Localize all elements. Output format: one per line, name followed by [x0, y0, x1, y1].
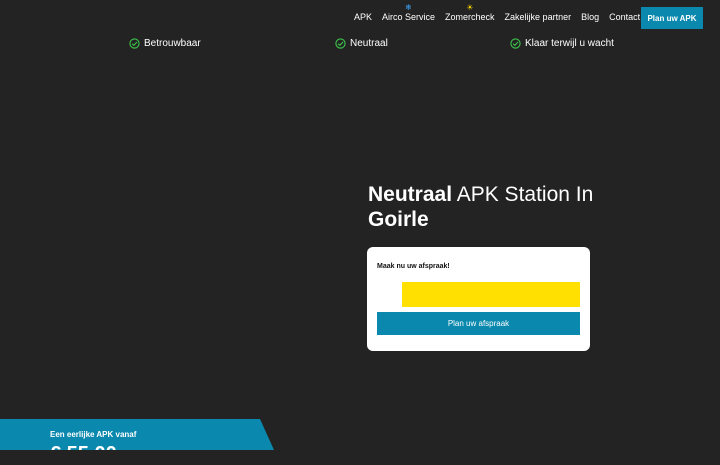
booking-card: Maak nu uw afspraak! Plan uw afspraak [367, 247, 590, 351]
top-navigation: APK ❄ Airco Service ☀ Zomercheck Zakelijke… [0, 0, 720, 34]
snowflake-icon: ❄ [405, 3, 412, 12]
feature-klaar-terwijl-u-wacht: Klaar terwijl u wacht [510, 38, 614, 49]
check-circle-icon [129, 38, 140, 49]
nav-link-contact[interactable]: Contact [609, 12, 640, 22]
feature-neutraal: Neutraal [335, 38, 388, 49]
check-circle-icon [510, 38, 521, 49]
nav-link-blog[interactable]: Blog [581, 12, 599, 22]
title-city: Goirle [368, 208, 429, 231]
feature-label: Klaar terwijl u wacht [525, 38, 614, 49]
banner-label: Een eerlijke APK vanaf [50, 430, 137, 439]
nav-link-airco-service[interactable]: ❄ Airco Service [382, 4, 435, 23]
plan-apk-button[interactable]: Plan uw APK [641, 7, 703, 29]
booking-label: Maak nu uw afspraak! [377, 263, 450, 270]
nav-links: APK ❄ Airco Service ☀ Zomercheck Zakelijke… [354, 4, 650, 23]
title-bold: Neutraal [368, 183, 453, 206]
feature-betrouwbaar: Betrouwbaar [129, 38, 201, 49]
nav-link-zomercheck[interactable]: ☀ Zomercheck [445, 4, 495, 23]
nav-link-apk[interactable]: APK [354, 12, 372, 22]
check-circle-icon [335, 38, 346, 49]
plan-appointment-button[interactable]: Plan uw afspraak [377, 312, 580, 335]
banner-price: € 55,00 [50, 443, 117, 465]
price-banner: Een eerlijke APK vanaf € 55,00 [0, 419, 274, 450]
title-rest: APK Station In [452, 183, 594, 206]
sun-icon: ☀ [466, 3, 474, 12]
page-title: Neutraal APK Station In Goirle [368, 182, 628, 232]
feature-label: Betrouwbaar [144, 38, 201, 49]
nav-link-zakelijke-partner[interactable]: Zakelijke partner [505, 12, 572, 22]
license-plate-input[interactable] [402, 282, 580, 307]
feature-label: Neutraal [350, 38, 388, 49]
